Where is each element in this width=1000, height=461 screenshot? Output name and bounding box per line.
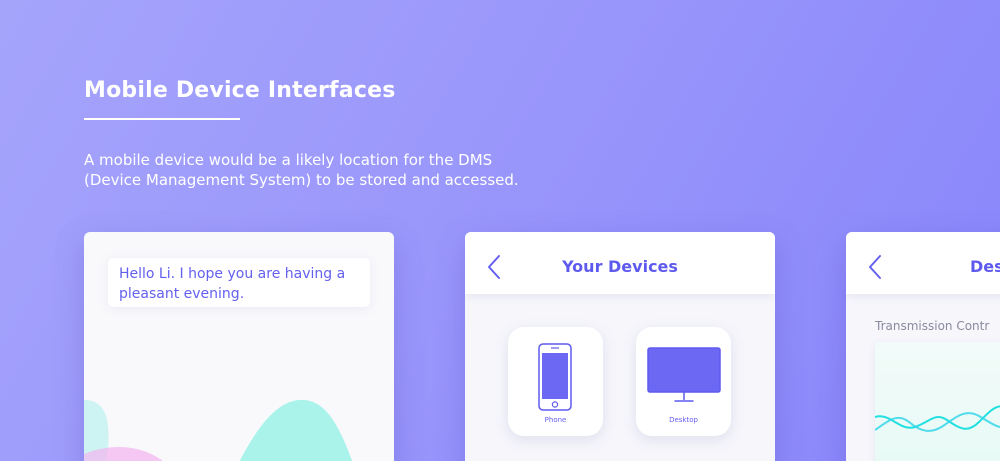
transmission-section-label: Transmission Contr [875,319,990,333]
devices-header: Your Devices [465,232,775,294]
greeting-screen-card: Hello Li. I hope you are having a pleasa… [84,232,394,461]
transmission-title: Des [970,257,1000,276]
devices-title: Your Devices [562,257,678,276]
page-title: Mobile Device Interfaces [84,78,396,103]
greeting-message-bubble: Hello Li. I hope you are having a pleasa… [108,258,370,307]
description-line-2: (Device Management System) to be stored … [84,171,519,189]
phone-icon [538,343,572,411]
title-underline [84,118,240,120]
decorative-waves [84,399,353,461]
devices-screen-card: Your Devices Phone Desktop [465,232,775,461]
transmission-chart-panel [875,342,1000,461]
page-description: A mobile device would be a likely locati… [84,150,604,190]
transmission-screen-card: Des Transmission Contr [846,232,1000,461]
description-line-1: A mobile device would be a likely locati… [84,151,493,169]
signal-waveform [875,405,1000,432]
device-tile-phone[interactable]: Phone [508,327,603,436]
desktop-icon [647,347,721,402]
transmission-header: Des [846,232,1000,294]
device-tile-desktop[interactable]: Desktop [636,327,731,436]
device-label-phone: Phone [544,416,567,424]
wave-teal-main [239,399,353,461]
greeting-line-1: Hello Li. I hope you are having a [119,266,346,282]
greeting-line-2: pleasant evening. [119,286,245,302]
device-label-desktop: Desktop [669,416,698,424]
back-arrow-icon[interactable] [868,254,882,280]
